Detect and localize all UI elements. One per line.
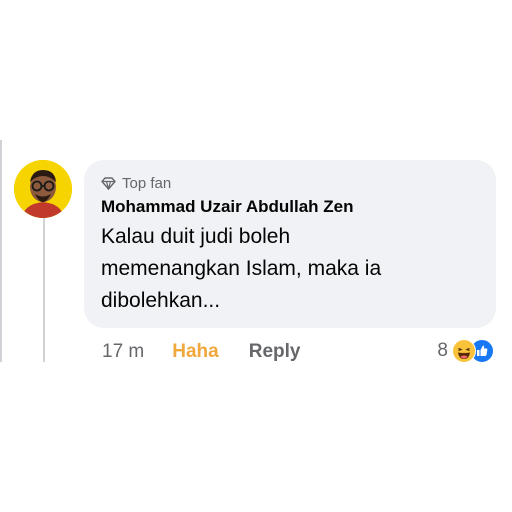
reaction-count: 8 bbox=[437, 340, 448, 361]
avatar[interactable] bbox=[14, 160, 72, 218]
haha-reaction-button[interactable]: Haha bbox=[172, 341, 218, 363]
diamond-icon bbox=[101, 176, 116, 190]
author-name[interactable]: Mohammad Uzair Abdullah Zen bbox=[101, 197, 481, 217]
timestamp[interactable]: 17 m bbox=[102, 341, 144, 363]
reaction-summary[interactable]: 8 bbox=[437, 339, 494, 363]
top-fan-badge[interactable]: Top fan bbox=[101, 172, 481, 194]
comment-text: Kalau duit judi boleh memenangkan Islam,… bbox=[101, 225, 382, 312]
reply-button[interactable]: Reply bbox=[249, 341, 301, 363]
reply-thread-line bbox=[43, 212, 45, 362]
avatar-cartoon-icon bbox=[14, 160, 72, 218]
comment-bubble: Top fan Mohammad Uzair Abdullah Zen Kala… bbox=[84, 160, 496, 328]
badge-label: Top fan bbox=[122, 174, 172, 192]
comment-actions: 17 m Haha Reply bbox=[102, 338, 300, 366]
thread-line bbox=[0, 140, 2, 362]
haha-icon bbox=[452, 339, 476, 363]
